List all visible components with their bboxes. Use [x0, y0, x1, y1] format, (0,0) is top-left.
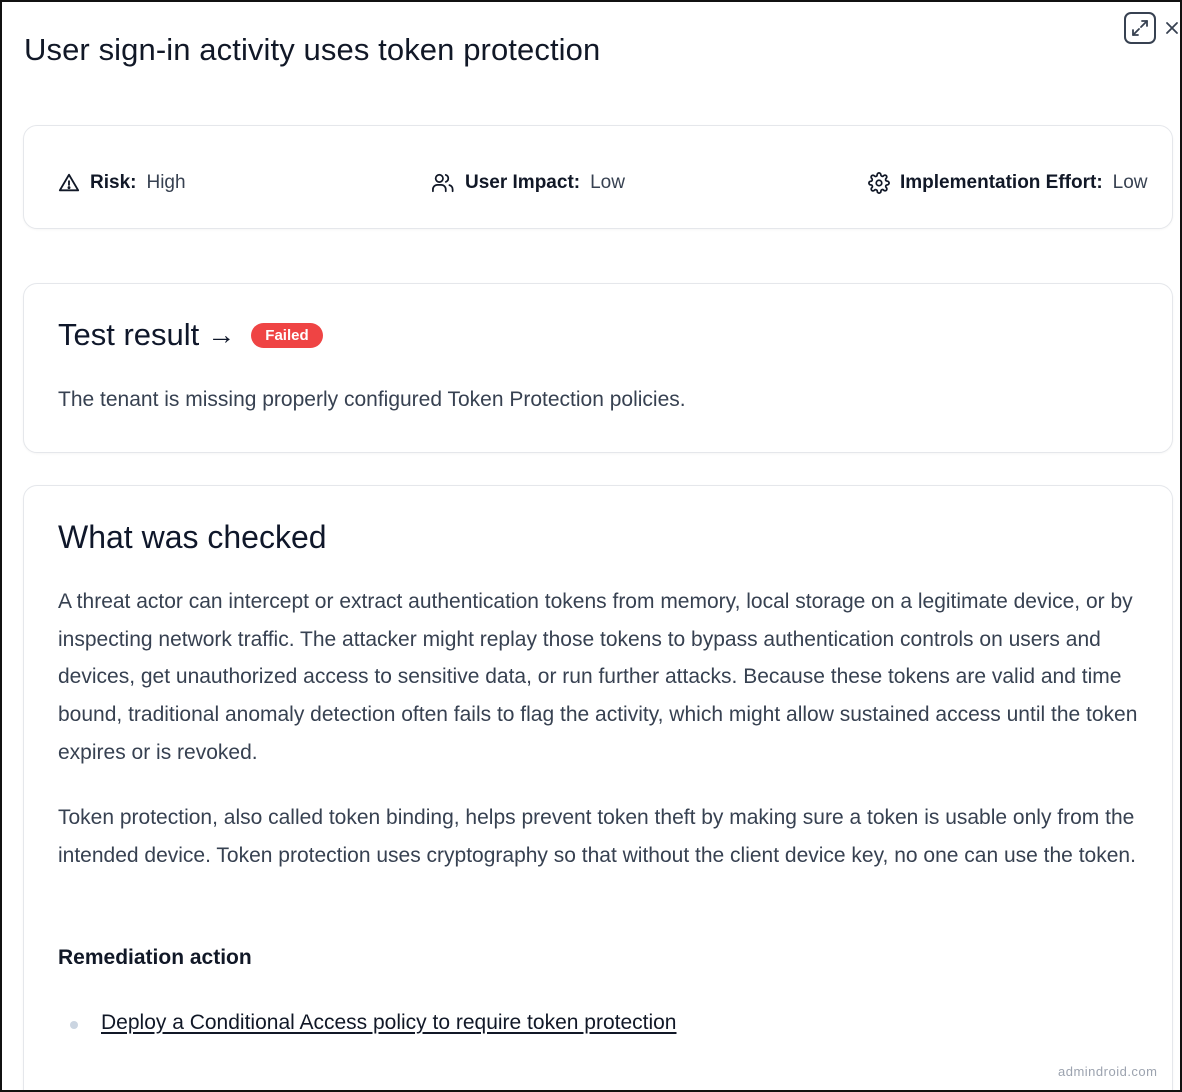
- status-badge: Failed: [251, 322, 323, 348]
- remediation-link[interactable]: Deploy a Conditional Access policy to re…: [101, 1011, 677, 1035]
- close-button[interactable]: [1162, 16, 1180, 40]
- implementation-effort-item: Implementation Effort: Low: [868, 172, 1148, 194]
- risk-value: High: [146, 172, 186, 193]
- implementation-effort-label: Implementation Effort:: [900, 172, 1103, 193]
- description-paragraph: Token protection, also called token bind…: [58, 806, 1136, 867]
- what-was-checked-card: What was checked A threat actor can inte…: [23, 485, 1173, 1090]
- watermark: admindroid.com: [1058, 1064, 1158, 1079]
- implementation-effort-value: Low: [1112, 172, 1148, 193]
- right-arrow-icon: →: [207, 319, 236, 350]
- description-paragraph: A threat actor can intercept or extract …: [58, 590, 1138, 764]
- user-impact-item: User Impact: Low: [431, 172, 625, 194]
- expand-button[interactable]: [1124, 12, 1156, 44]
- test-result-heading: Test result: [58, 317, 200, 352]
- what-was-checked-heading: What was checked: [58, 519, 327, 555]
- risk-label: Risk:: [90, 172, 137, 193]
- user-impact-value: Low: [590, 172, 625, 193]
- test-result-header: Test result → Failed: [58, 317, 323, 353]
- user-impact-label: User Impact:: [465, 172, 581, 193]
- panel-title: User sign-in activity uses token protect…: [24, 32, 601, 67]
- bullet-marker: [70, 1021, 78, 1029]
- users-icon: [432, 173, 454, 193]
- close-icon: [1166, 22, 1178, 34]
- meta-card: Risk: High User Impact: Low Implementati…: [23, 125, 1173, 229]
- expand-diagonal-icon: [1132, 20, 1148, 36]
- test-result-card: Test result → Failed The tenant is missi…: [23, 283, 1173, 453]
- remediation-heading: Remediation action: [58, 946, 252, 969]
- test-result-message: The tenant is missing properly configure…: [58, 388, 686, 411]
- gear-icon: [868, 172, 890, 194]
- risk-item: Risk: High: [58, 172, 186, 194]
- details-panel: User sign-in activity uses token protect…: [0, 0, 1182, 1092]
- warning-triangle-icon: [58, 173, 80, 192]
